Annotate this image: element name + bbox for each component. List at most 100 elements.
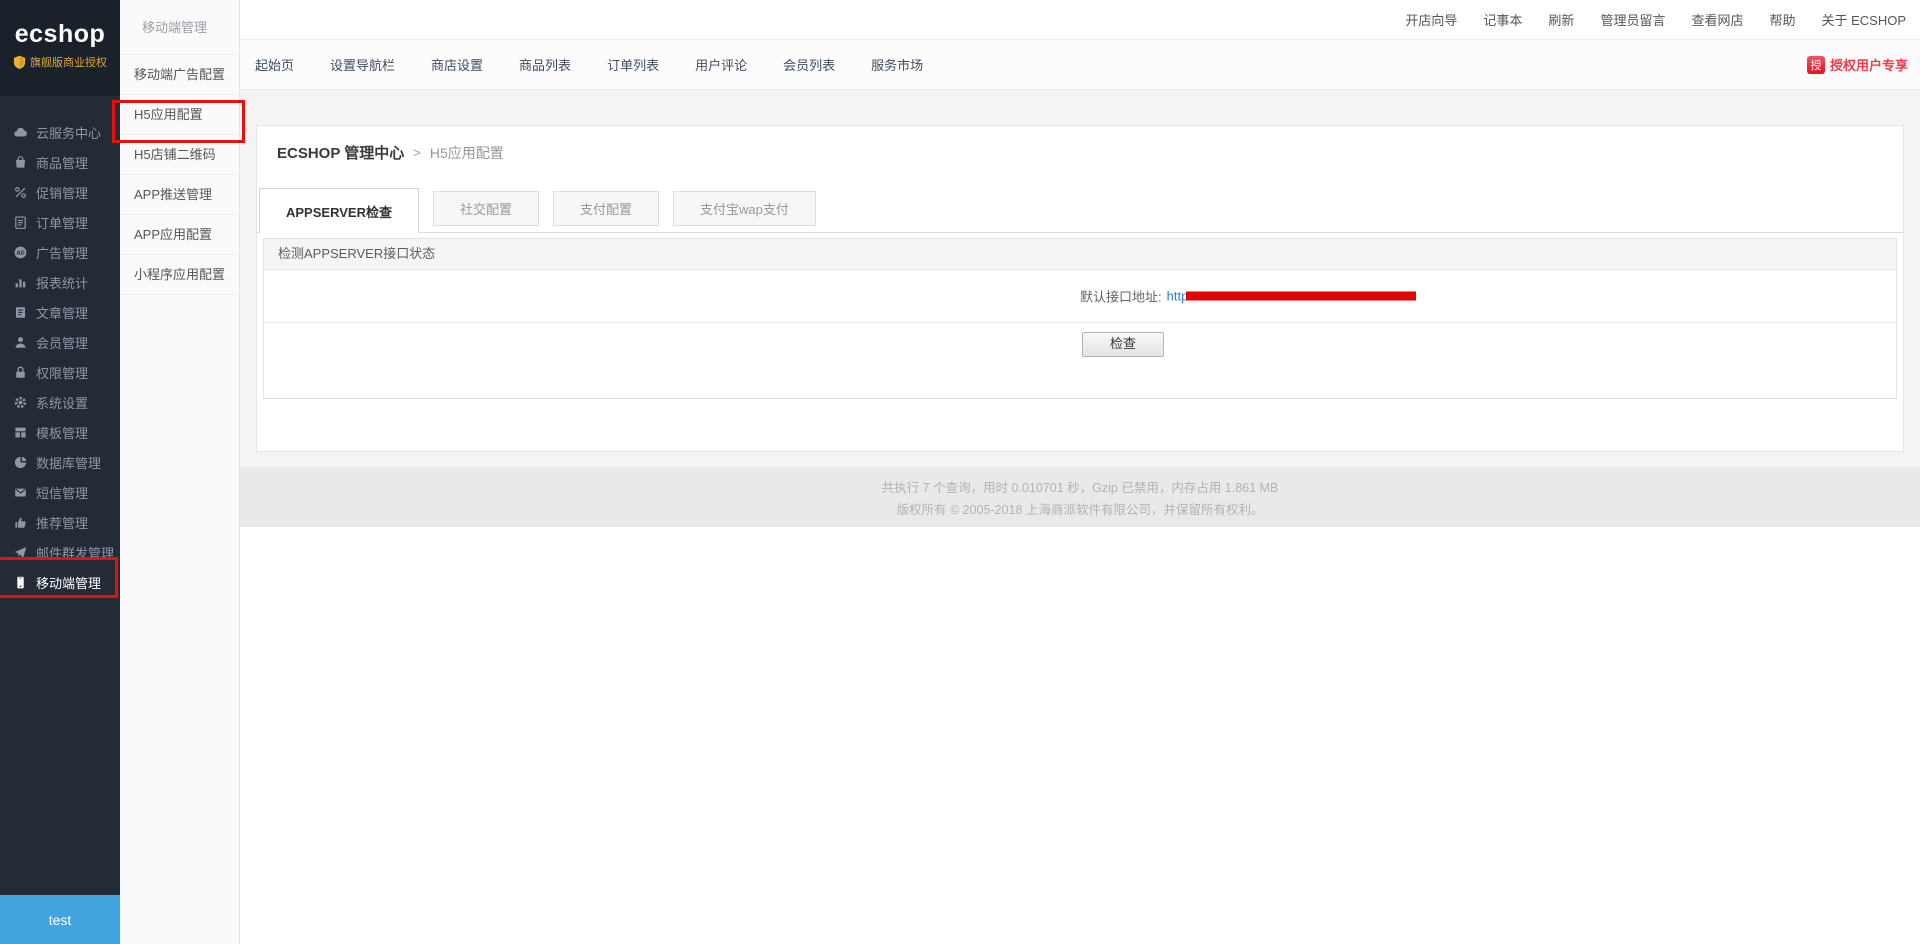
sidebar-item-email-blast[interactable]: 邮件群发管理: [0, 537, 120, 567]
footer-stats-line: 共执行 7 个查询，用时 0.010701 秒，Gzip 已禁用，内存占用 1.…: [882, 477, 1279, 496]
sidebar-item-label: 订单管理: [36, 213, 88, 232]
licensed-user-promo[interactable]: 授 授权用户专享: [1807, 55, 1920, 74]
promotion-icon: [13, 185, 28, 200]
ad-icon: AD: [13, 245, 28, 260]
nav-item-goods-list[interactable]: 商品列表: [519, 55, 571, 74]
sidebar-item-recommend[interactable]: 推荐管理: [0, 507, 120, 537]
default-api-row: 默认接口地址: http: [264, 270, 1896, 323]
nav-item-nav-settings[interactable]: 设置导航栏: [330, 55, 395, 74]
submenu-item-h5-app-config[interactable]: H5应用配置: [120, 95, 239, 135]
submenu-title: 移动端管理: [120, 0, 239, 55]
main-content-area: ECSHOP 管理中心 > H5应用配置 APPSERVER检查 社交配置 支付…: [240, 90, 1920, 467]
sidebar-item-label: 报表统计: [36, 273, 88, 292]
sms-icon: [13, 485, 28, 500]
sidebar-item-label: 广告管理: [36, 243, 88, 262]
check-button-row: 检查: [264, 323, 1896, 397]
logo-block: ecshop 旗舰版商业授权: [0, 0, 120, 96]
sidebar-item-promotion[interactable]: 促销管理: [0, 177, 120, 207]
topbar-link-notepad[interactable]: 记事本: [1483, 10, 1522, 29]
paper-plane-icon: [13, 545, 28, 560]
nav-item-service-market[interactable]: 服务市场: [871, 55, 923, 74]
breadcrumb: ECSHOP 管理中心 > H5应用配置: [257, 126, 1903, 163]
submenu-item-h5-shop-qrcode[interactable]: H5店铺二维码: [120, 135, 239, 175]
primary-sidebar: ecshop 旗舰版商业授权 云服务中心 商品管理 促销管理 订单管理 AD 广…: [0, 0, 120, 944]
tab-alipay-wap[interactable]: 支付宝wap支付: [673, 191, 816, 226]
sidebar-item-label: 促销管理: [36, 183, 88, 202]
sidebar-item-label: 数据库管理: [36, 453, 101, 472]
sidebar-item-privileges[interactable]: 权限管理: [0, 357, 120, 387]
article-icon: [13, 305, 28, 320]
tab-appserver-check[interactable]: APPSERVER检查: [259, 188, 419, 233]
sidebar-menu: 云服务中心 商品管理 促销管理 订单管理 AD 广告管理 报表统计 文章管理 会: [0, 117, 120, 597]
sidebar-item-label: 模板管理: [36, 423, 88, 442]
panel-title: 检测APPSERVER接口状态: [264, 239, 1896, 270]
sidebar-item-database[interactable]: 数据库管理: [0, 447, 120, 477]
sidebar-item-system-settings[interactable]: 系统设置: [0, 387, 120, 417]
footer-copyright-line: 版权所有 © 2005-2018 上海商派软件有限公司，并保留所有权利。: [897, 499, 1264, 518]
sidebar-item-label: 推荐管理: [36, 513, 88, 532]
sidebar-item-label: 商品管理: [36, 153, 88, 172]
breadcrumb-root[interactable]: ECSHOP 管理中心: [277, 142, 404, 163]
tab-payment-config[interactable]: 支付配置: [553, 191, 659, 226]
sidebar-item-orders[interactable]: 订单管理: [0, 207, 120, 237]
sidebar-item-label: 邮件群发管理: [36, 543, 114, 562]
submenu-item-app-config[interactable]: APP应用配置: [120, 215, 239, 255]
topbar-link-help[interactable]: 帮助: [1769, 10, 1795, 29]
quick-nav-bar: 起始页 设置导航栏 商店设置 商品列表 订单列表 用户评论 会员列表 服务市场 …: [240, 40, 1920, 90]
license-seal-icon: 授: [1807, 56, 1825, 74]
promo-label: 授权用户专享: [1830, 55, 1908, 74]
account-badge[interactable]: test: [0, 895, 120, 944]
top-link-bar: 开店向导 记事本 刷新 管理员留言 查看网店 帮助 关于 ECSHOP: [240, 0, 1920, 40]
sidebar-item-templates[interactable]: 模板管理: [0, 417, 120, 447]
sidebar-item-label: 短信管理: [36, 483, 88, 502]
sidebar-item-sms[interactable]: 短信管理: [0, 477, 120, 507]
thumb-up-icon: [13, 515, 28, 530]
topbar-link-shop-wizard[interactable]: 开店向导: [1405, 10, 1457, 29]
mobile-icon: [13, 575, 28, 590]
database-icon: [13, 455, 28, 470]
sidebar-item-mobile-management[interactable]: 移动端管理: [0, 567, 120, 597]
sidebar-item-reports[interactable]: 报表统计: [0, 267, 120, 297]
sidebar-item-label: 云服务中心: [36, 123, 101, 142]
sidebar-item-label: 文章管理: [36, 303, 88, 322]
breadcrumb-separator: >: [413, 145, 421, 160]
topbar-link-refresh[interactable]: 刷新: [1548, 10, 1574, 29]
license-badge: 旗舰版商业授权: [0, 54, 120, 70]
ecshop-logo: ecshop: [0, 0, 120, 49]
nav-item-order-list[interactable]: 订单列表: [607, 55, 659, 74]
nav-item-shop-settings[interactable]: 商店设置: [431, 55, 483, 74]
sidebar-item-label: 移动端管理: [36, 573, 101, 592]
submenu-item-miniprogram-config[interactable]: 小程序应用配置: [120, 255, 239, 295]
nav-item-user-comments[interactable]: 用户评论: [695, 55, 747, 74]
api-url-link[interactable]: http: [1167, 289, 1189, 304]
tabs-row: APPSERVER检查 社交配置 支付配置 支付宝wap支付: [257, 188, 1903, 233]
footer: 共执行 7 个查询，用时 0.010701 秒，Gzip 已禁用，内存占用 1.…: [240, 467, 1920, 527]
cloud-icon: [13, 125, 28, 140]
topbar-link-admin-messages[interactable]: 管理员留言: [1600, 10, 1665, 29]
check-button[interactable]: 检查: [1082, 332, 1164, 357]
report-icon: [13, 275, 28, 290]
tab-social-config[interactable]: 社交配置: [433, 191, 539, 226]
submenu-item-app-push[interactable]: APP推送管理: [120, 175, 239, 215]
submenu-item-mobile-ad-config[interactable]: 移动端广告配置: [120, 55, 239, 95]
sidebar-item-members[interactable]: 会员管理: [0, 327, 120, 357]
lock-icon: [13, 365, 28, 380]
nav-item-start-page[interactable]: 起始页: [255, 55, 294, 74]
sidebar-item-ads[interactable]: AD 广告管理: [0, 237, 120, 267]
sidebar-item-articles[interactable]: 文章管理: [0, 297, 120, 327]
goods-icon: [13, 155, 28, 170]
license-label: 旗舰版商业授权: [30, 54, 107, 70]
member-icon: [13, 335, 28, 350]
content-card: ECSHOP 管理中心 > H5应用配置 APPSERVER检查 社交配置 支付…: [256, 125, 1904, 452]
topbar-link-about-ecshop[interactable]: 关于 ECSHOP: [1821, 10, 1906, 29]
sidebar-item-goods[interactable]: 商品管理: [0, 147, 120, 177]
sidebar-item-label: 会员管理: [36, 333, 88, 352]
sidebar-item-label: 系统设置: [36, 393, 88, 412]
topbar-link-view-shop[interactable]: 查看网店: [1691, 10, 1743, 29]
redacted-url-bar: [1186, 292, 1416, 301]
nav-item-member-list[interactable]: 会员列表: [783, 55, 835, 74]
order-icon: [13, 215, 28, 230]
template-icon: [13, 425, 28, 440]
sidebar-item-cloud-service[interactable]: 云服务中心: [0, 117, 120, 147]
secondary-sidebar: 移动端管理 移动端广告配置 H5应用配置 H5店铺二维码 APP推送管理 APP…: [120, 0, 240, 944]
